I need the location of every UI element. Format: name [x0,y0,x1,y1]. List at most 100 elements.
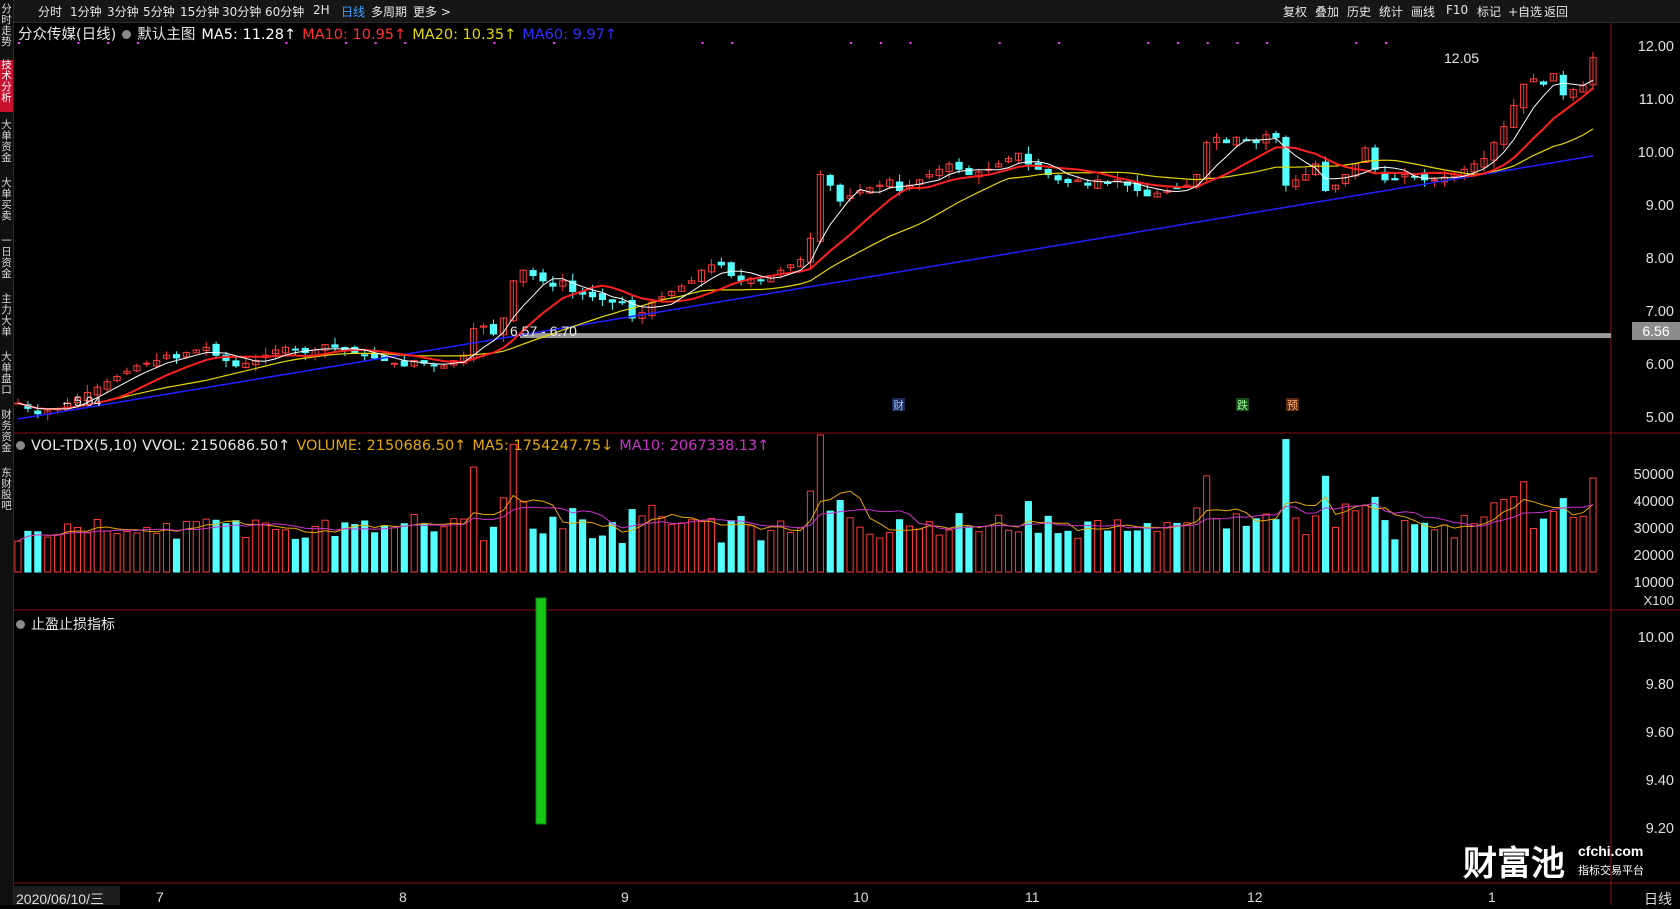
vol-settings-dot-icon[interactable] [16,441,25,450]
volume-bar [1391,539,1399,573]
volume-bar [123,531,131,573]
back-button[interactable]: 返回 [1544,3,1568,20]
candle-body [400,360,408,367]
volume-bar [202,518,210,573]
volume-bar [1153,530,1161,573]
sidebar-item-order-book[interactable]: 大单盘口 [0,352,13,402]
volume-bar [1084,521,1092,573]
volume-bar [915,528,923,573]
month-tick: 11 [1025,889,1040,905]
candle-body [1391,178,1399,181]
volume-bar [1044,515,1052,573]
volume-bar [1421,522,1429,573]
volume-bar [400,523,408,573]
candle-body [836,184,844,202]
f10-button[interactable]: F10 [1446,3,1468,17]
history-button[interactable]: 历史 [1347,3,1371,20]
tf-more[interactable]: 更多 > [413,3,451,20]
volume-bar [222,523,230,573]
watermark-site: cfchi.com [1578,843,1644,859]
sidebar-item-technical[interactable]: 技术分析 [0,60,13,112]
signal-dot [1206,42,1209,44]
candle-body [588,291,597,298]
template-label[interactable]: 默认主图 [137,27,195,43]
volume-bar [1302,534,1310,573]
volume-bar [73,526,82,573]
volume-bar [767,530,775,573]
volume-bar [688,519,696,573]
volume-bar [1282,439,1290,573]
sidebar-item-big-order-funds[interactable]: 大单资金 [0,120,13,170]
settings-dot-icon[interactable] [122,30,132,39]
add-watchlist-button[interactable]: +自选 [1508,3,1542,20]
candle-body [965,168,973,176]
volume-bar [1589,477,1597,573]
stats-button[interactable]: 统计 [1379,3,1403,20]
volume-bar [252,519,260,573]
volume-bar [1222,528,1231,573]
volume-bar [460,518,468,573]
sidebar-item-finance-funds[interactable]: 财务资金 [0,410,13,460]
indicator-tick: 10.00 [1637,630,1674,646]
tf-30min[interactable]: 30分钟 [222,3,261,20]
tf-1min[interactable]: 1分钟 [70,3,102,20]
volume-bar [113,533,121,573]
tf-3min[interactable]: 3分钟 [107,3,139,20]
vol-ma5-label: MA5: 1754247.75↓ [472,438,614,454]
signal-dot [701,42,704,44]
ind-settings-dot-icon[interactable] [16,620,25,629]
month-tick: 1 [1488,889,1496,905]
volume-bar [420,523,428,573]
sidebar-item-big-order-trades[interactable]: 大单买卖 [0,178,13,228]
tf-intraday[interactable]: 分时 [38,3,62,20]
volume-bar [1232,513,1240,573]
tf-60min[interactable]: 60分钟 [265,3,304,20]
candle-body [549,282,557,287]
volume-bar [965,526,973,573]
volume-bar [717,542,725,573]
ma20-line [17,128,1594,410]
sidebar-item-intraday[interactable]: 分时走势 [0,4,13,54]
volume-bar [489,526,498,573]
sidebar-item-main-big-order[interactable]: 主力大单 [0,294,13,344]
draw-line-button[interactable]: 画线 [1411,3,1435,20]
adjust-button[interactable]: 复权 [1283,3,1307,20]
sidebar-item-stock-forum[interactable]: 东财股吧 [0,468,13,518]
price-tick: 12.00 [1637,39,1674,55]
overlay-button[interactable]: 叠加 [1315,3,1339,20]
tf-2h[interactable]: 2H [313,3,330,17]
volume-bar [242,537,250,573]
tf-multi-period[interactable]: 多周期 [371,3,407,20]
month-tick: 9 [621,889,629,905]
volume-bar [1351,510,1359,573]
candle-body [1222,139,1231,144]
volume-bar [529,528,537,573]
tf-15min[interactable]: 15分钟 [180,3,219,20]
volume-bar [390,527,398,573]
volume-bar [886,532,894,573]
volume-bar [905,525,914,573]
volume-bar [410,513,418,573]
tf-daily[interactable]: 日线 [341,3,365,20]
volume-bar [262,522,270,573]
volume-bar [1312,515,1320,573]
volume-bar [281,529,290,573]
candle-body [143,362,151,365]
signal-dot [1266,42,1269,44]
sidebar-item-daily-funds[interactable]: 一日资金 [0,236,13,286]
tf-5min[interactable]: 5分钟 [143,3,175,20]
vol-volume-label: VOLUME: 2150686.50↑ [296,438,467,454]
volume-bar [579,519,587,573]
volume-bar [796,527,805,573]
volume-bar [1520,481,1528,573]
month-tick: 10 [853,889,869,905]
volume-bar [1113,519,1122,573]
kline-chart[interactable]: 12.05 ←5.04 6.57 - 6.70 财 跌 预 [14,23,1680,905]
volume-legend: VOL-TDX(5,10) VVOL: 2150686.50↑ VOLUME: 2… [16,438,775,454]
volume-bar [1440,524,1448,573]
volume-bar [549,516,557,573]
volume-bar [1242,525,1250,573]
mark-button[interactable]: 标记 [1477,3,1501,20]
volume-bar [450,518,458,573]
candle-body [1252,140,1260,144]
